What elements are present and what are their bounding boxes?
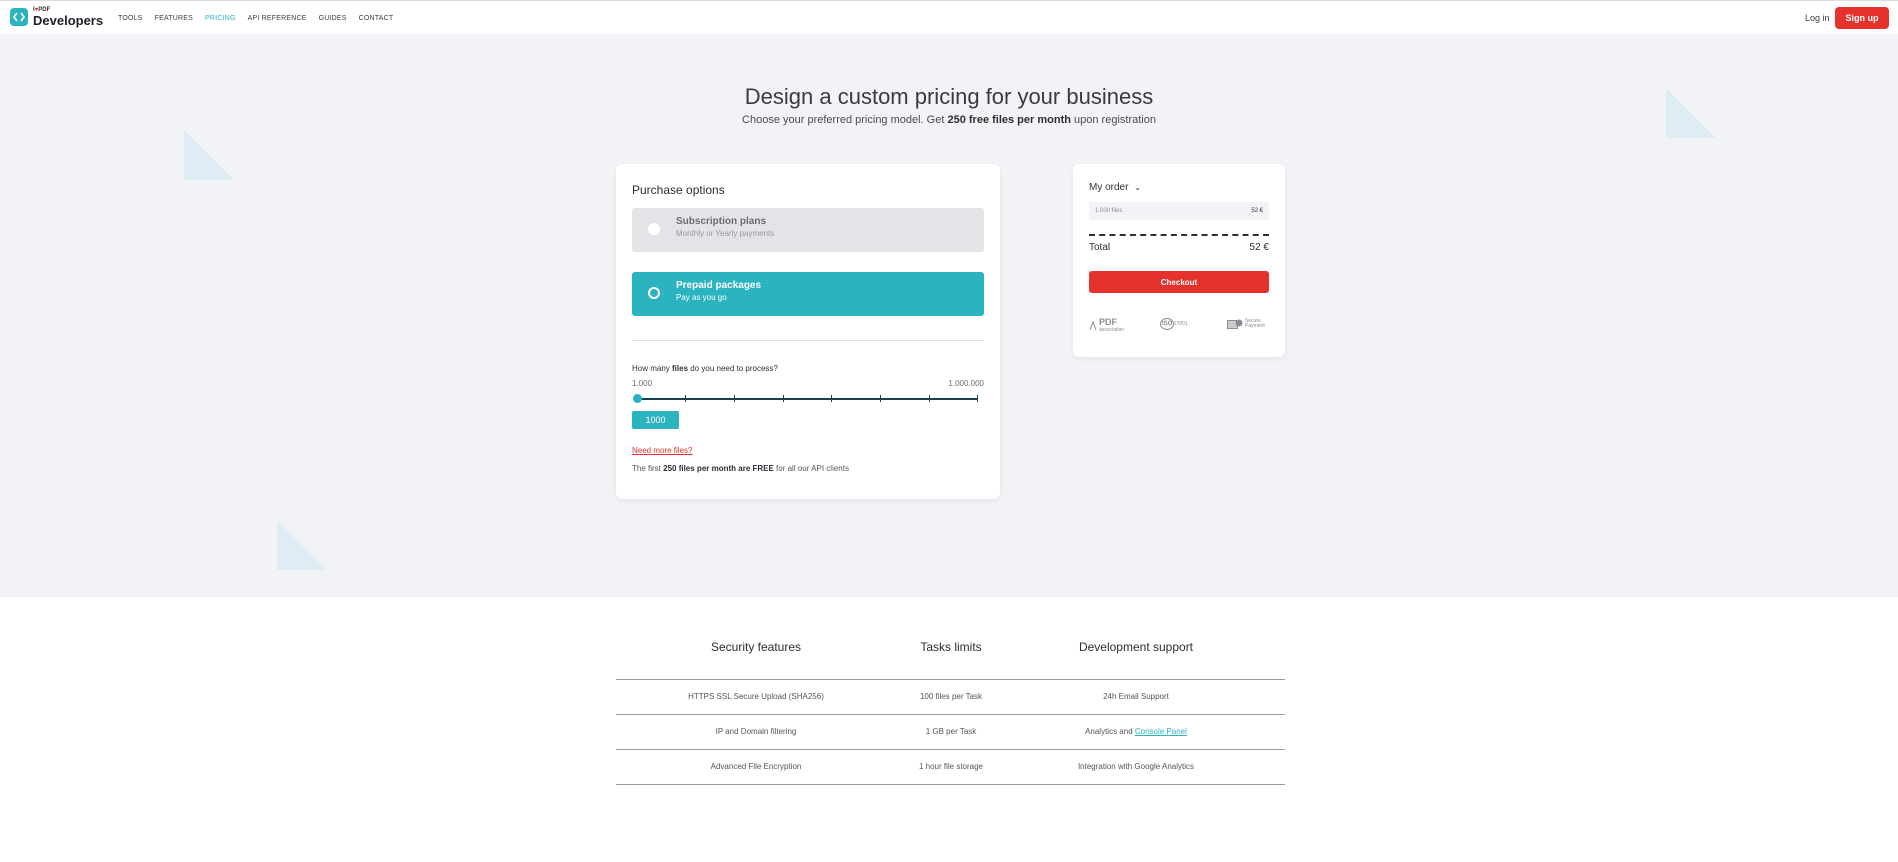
- page-title: Design a custom pricing for your busines…: [744, 84, 1154, 109]
- purchase-options-card: Purchase options Subscription plans Mont…: [616, 164, 1000, 499]
- decorative-triangle: [277, 520, 327, 570]
- slider-value-badge: 1000: [632, 411, 679, 429]
- nav-features[interactable]: FEATURES: [155, 15, 193, 22]
- option-description: Monthly or Yearly payments: [676, 229, 775, 238]
- nav-contact[interactable]: CONTACT: [359, 15, 394, 22]
- line-item-label: 1.000 files: [1095, 208, 1123, 214]
- login-link[interactable]: Log in: [1805, 13, 1830, 23]
- total-value: 52 €: [1249, 242, 1269, 253]
- column-header: Tasks limits: [920, 640, 982, 654]
- slider-tick: [783, 395, 784, 402]
- total-label: Total: [1089, 242, 1111, 253]
- my-order-title: My order: [1089, 182, 1129, 193]
- option-subscription-plans[interactable]: Subscription plans Monthly or Yearly pay…: [632, 208, 984, 252]
- slider-tick: [977, 395, 978, 402]
- page-subtitle: Choose your preferred pricing model. Get…: [742, 114, 1156, 126]
- table-cell: Advanced File Encryption: [710, 762, 802, 771]
- slider-handle[interactable]: [633, 394, 642, 403]
- table-cell: IP and Domain filtering: [715, 727, 797, 736]
- column-header: Security features: [710, 640, 802, 654]
- row-divider: [616, 679, 1285, 680]
- iso-icon: ISO 27001: [1160, 318, 1188, 330]
- my-order-card: My order ⌄ 1.000 files 52 € Total 52 € C…: [1073, 164, 1285, 357]
- order-line-item: 1.000 files 52 €: [1089, 202, 1269, 220]
- table-cell: 1 GB per Task: [925, 727, 977, 736]
- option-description: Pay as you go: [676, 293, 727, 302]
- nav-pricing[interactable]: PRICING: [205, 15, 236, 22]
- dashed-divider: [1089, 234, 1269, 236]
- pdf-association-icon: PDF association: [1089, 317, 1124, 333]
- table-cell: 24h Email Support: [1103, 692, 1169, 701]
- pricing-hero: Design a custom pricing for your busines…: [0, 34, 1898, 597]
- column-header: Development support: [1078, 640, 1194, 654]
- main-nav: TOOLS FEATURES PRICING API REFERENCE GUI…: [118, 1, 405, 35]
- row-divider: [616, 784, 1285, 785]
- nav-tools[interactable]: TOOLS: [118, 15, 143, 22]
- option-label: Subscription plans: [676, 216, 767, 227]
- slider-tick: [880, 395, 881, 402]
- radio-selected[interactable]: [648, 287, 660, 299]
- row-divider: [616, 749, 1285, 750]
- slider-tick: [734, 395, 735, 402]
- divider: [632, 340, 984, 341]
- chevron-down-icon: ⌄: [1134, 183, 1141, 192]
- my-order-toggle[interactable]: My order ⌄: [1089, 182, 1141, 193]
- code-brackets-icon: [10, 8, 28, 26]
- free-files-note: The first 250 files per month are FREE f…: [632, 464, 849, 473]
- row-divider: [616, 714, 1285, 715]
- table-cell: Analytics and Console Panel: [1085, 727, 1187, 736]
- files-slider[interactable]: [633, 394, 978, 403]
- range-max-label: 1.000.000: [948, 379, 984, 388]
- decorative-triangle: [184, 130, 234, 180]
- table-cell: 100 files per Task: [919, 692, 983, 701]
- table-cell: Integration with Google Analytics: [1077, 762, 1195, 771]
- signup-button[interactable]: Sign up: [1835, 7, 1889, 29]
- secure-payment-icon: Secure Payment: [1227, 318, 1265, 330]
- checkout-button[interactable]: Checkout: [1089, 271, 1269, 293]
- top-navbar: I♥PDF Developers TOOLS FEATURES PRICING …: [0, 0, 1898, 36]
- need-more-files-link[interactable]: Need more files?: [632, 446, 692, 455]
- option-label: Prepaid packages: [676, 280, 762, 291]
- table-cell: 1 hour file storage: [918, 762, 984, 771]
- logo[interactable]: I♥PDF Developers: [10, 7, 103, 27]
- slider-tick: [831, 395, 832, 402]
- console-panel-link[interactable]: Console Panel: [1135, 727, 1187, 736]
- brand-name: Developers: [33, 13, 104, 28]
- nav-guides[interactable]: GUIDES: [319, 15, 347, 22]
- range-min-label: 1.000: [632, 379, 653, 388]
- option-prepaid-packages[interactable]: Prepaid packages Pay as you go: [632, 272, 984, 316]
- radio-unselected[interactable]: [648, 223, 660, 235]
- purchase-options-title: Purchase options: [632, 183, 725, 197]
- nav-api-reference[interactable]: API REFERENCE: [248, 15, 307, 22]
- slider-tick: [685, 395, 686, 402]
- slider-tick: [929, 395, 930, 402]
- line-item-price: 52 €: [1251, 208, 1263, 214]
- files-question: How many files do you need to process?: [632, 364, 778, 373]
- table-cell: HTTPS SSL Secure Upload (SHA256): [688, 692, 824, 701]
